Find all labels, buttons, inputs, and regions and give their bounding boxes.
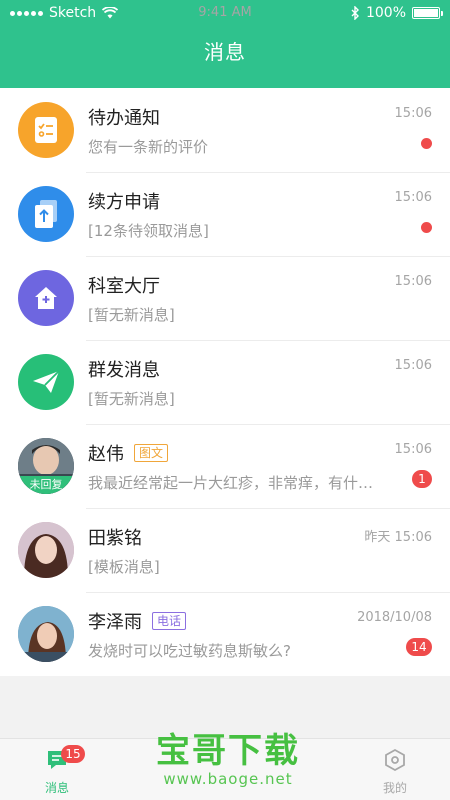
list-item[interactable]: 田紫铭 [模板消息] 昨天 15:06 <box>0 508 450 592</box>
status-right: 100% <box>351 5 443 21</box>
page-title: 消息 <box>204 40 246 64</box>
item-time: 15:06 <box>394 106 432 121</box>
battery-percent: 100% <box>365 5 406 21</box>
type-tag: 图文 <box>134 444 169 462</box>
type-tag: 电话 <box>152 612 187 630</box>
item-title: 科室大厅 <box>88 276 160 297</box>
unread-badge: 1 <box>412 470 432 488</box>
unread-dot <box>421 222 432 233</box>
watermark-url: www.baoge.net <box>163 770 293 788</box>
item-preview: [暂无新消息] <box>88 390 175 408</box>
top-bar: Sketch 9:41 AM 100% 消息 <box>0 0 450 88</box>
unreplied-label: 未回复 <box>18 476 74 494</box>
item-preview: 我最近经常起一片大红疹，非常痒，有什么办法 <box>88 474 388 492</box>
item-title: 续方申请 <box>88 192 160 213</box>
item-title: 田紫铭 <box>88 528 142 549</box>
tab-label: 消息 <box>44 781 69 795</box>
item-preview: [暂无新消息] <box>88 306 175 324</box>
item-preview: 您有一条新的评价 <box>88 138 209 156</box>
paper-plane-icon <box>18 354 74 410</box>
avatar <box>18 522 74 578</box>
message-list: 待办通知 您有一条新的评价 15:06 续方申请 [12条待领取消息] 15:0… <box>0 88 450 676</box>
item-preview: [12条待领取消息] <box>88 222 209 240</box>
list-item[interactable]: 未回复 赵伟 图文 我最近经常起一片大红疹，非常痒，有什么办法 15:06 1 <box>0 424 450 508</box>
unread-dot <box>421 138 432 149</box>
tab-profile[interactable]: 我的 <box>355 747 435 796</box>
status-bar: Sketch 9:41 AM 100% <box>0 0 450 28</box>
tab-label: 我的 <box>382 781 407 795</box>
item-preview: 发烧时可以吃过敏药息斯敏么? <box>88 642 291 660</box>
clipboard-icon <box>18 102 74 158</box>
avatar: 未回复 <box>18 438 74 494</box>
item-time: 15:06 <box>394 442 432 457</box>
hexagon-icon <box>355 747 435 773</box>
battery-icon <box>412 7 443 19</box>
item-time: 15:06 <box>394 358 432 373</box>
bluetooth-icon <box>351 6 359 20</box>
item-title: 群发消息 <box>88 360 160 381</box>
tab-badge: 15 <box>61 745 85 763</box>
item-time: 15:06 <box>394 274 432 289</box>
document-upload-icon <box>18 186 74 242</box>
list-item[interactable]: 李泽雨 电话 发烧时可以吃过敏药息斯敏么? 2018/10/08 14 <box>0 592 450 676</box>
tab-messages[interactable]: 15 消息 <box>17 745 97 796</box>
item-title: 赵伟 图文 <box>88 440 169 466</box>
house-plus-icon <box>18 270 74 326</box>
list-item[interactable]: 科室大厅 [暂无新消息] 15:06 <box>0 256 450 340</box>
list-item[interactable]: 待办通知 您有一条新的评价 15:06 <box>0 88 450 172</box>
unread-badge: 14 <box>406 638 432 656</box>
item-time: 2018/10/08 <box>357 610 432 625</box>
list-item[interactable]: 续方申请 [12条待领取消息] 15:06 <box>0 172 450 256</box>
watermark-text: 宝哥下载 <box>156 731 300 771</box>
item-time: 昨天 15:06 <box>364 530 432 545</box>
item-time: 15:06 <box>394 190 432 205</box>
list-item[interactable]: 群发消息 [暂无新消息] 15:06 <box>0 340 450 424</box>
avatar <box>18 606 74 662</box>
item-preview: [模板消息] <box>88 558 160 576</box>
item-title: 待办通知 <box>88 108 160 129</box>
watermark: 宝哥下载 www.baoge.net <box>148 732 308 794</box>
item-title: 李泽雨 电话 <box>88 608 187 634</box>
chat-icon: 15 <box>17 745 97 773</box>
